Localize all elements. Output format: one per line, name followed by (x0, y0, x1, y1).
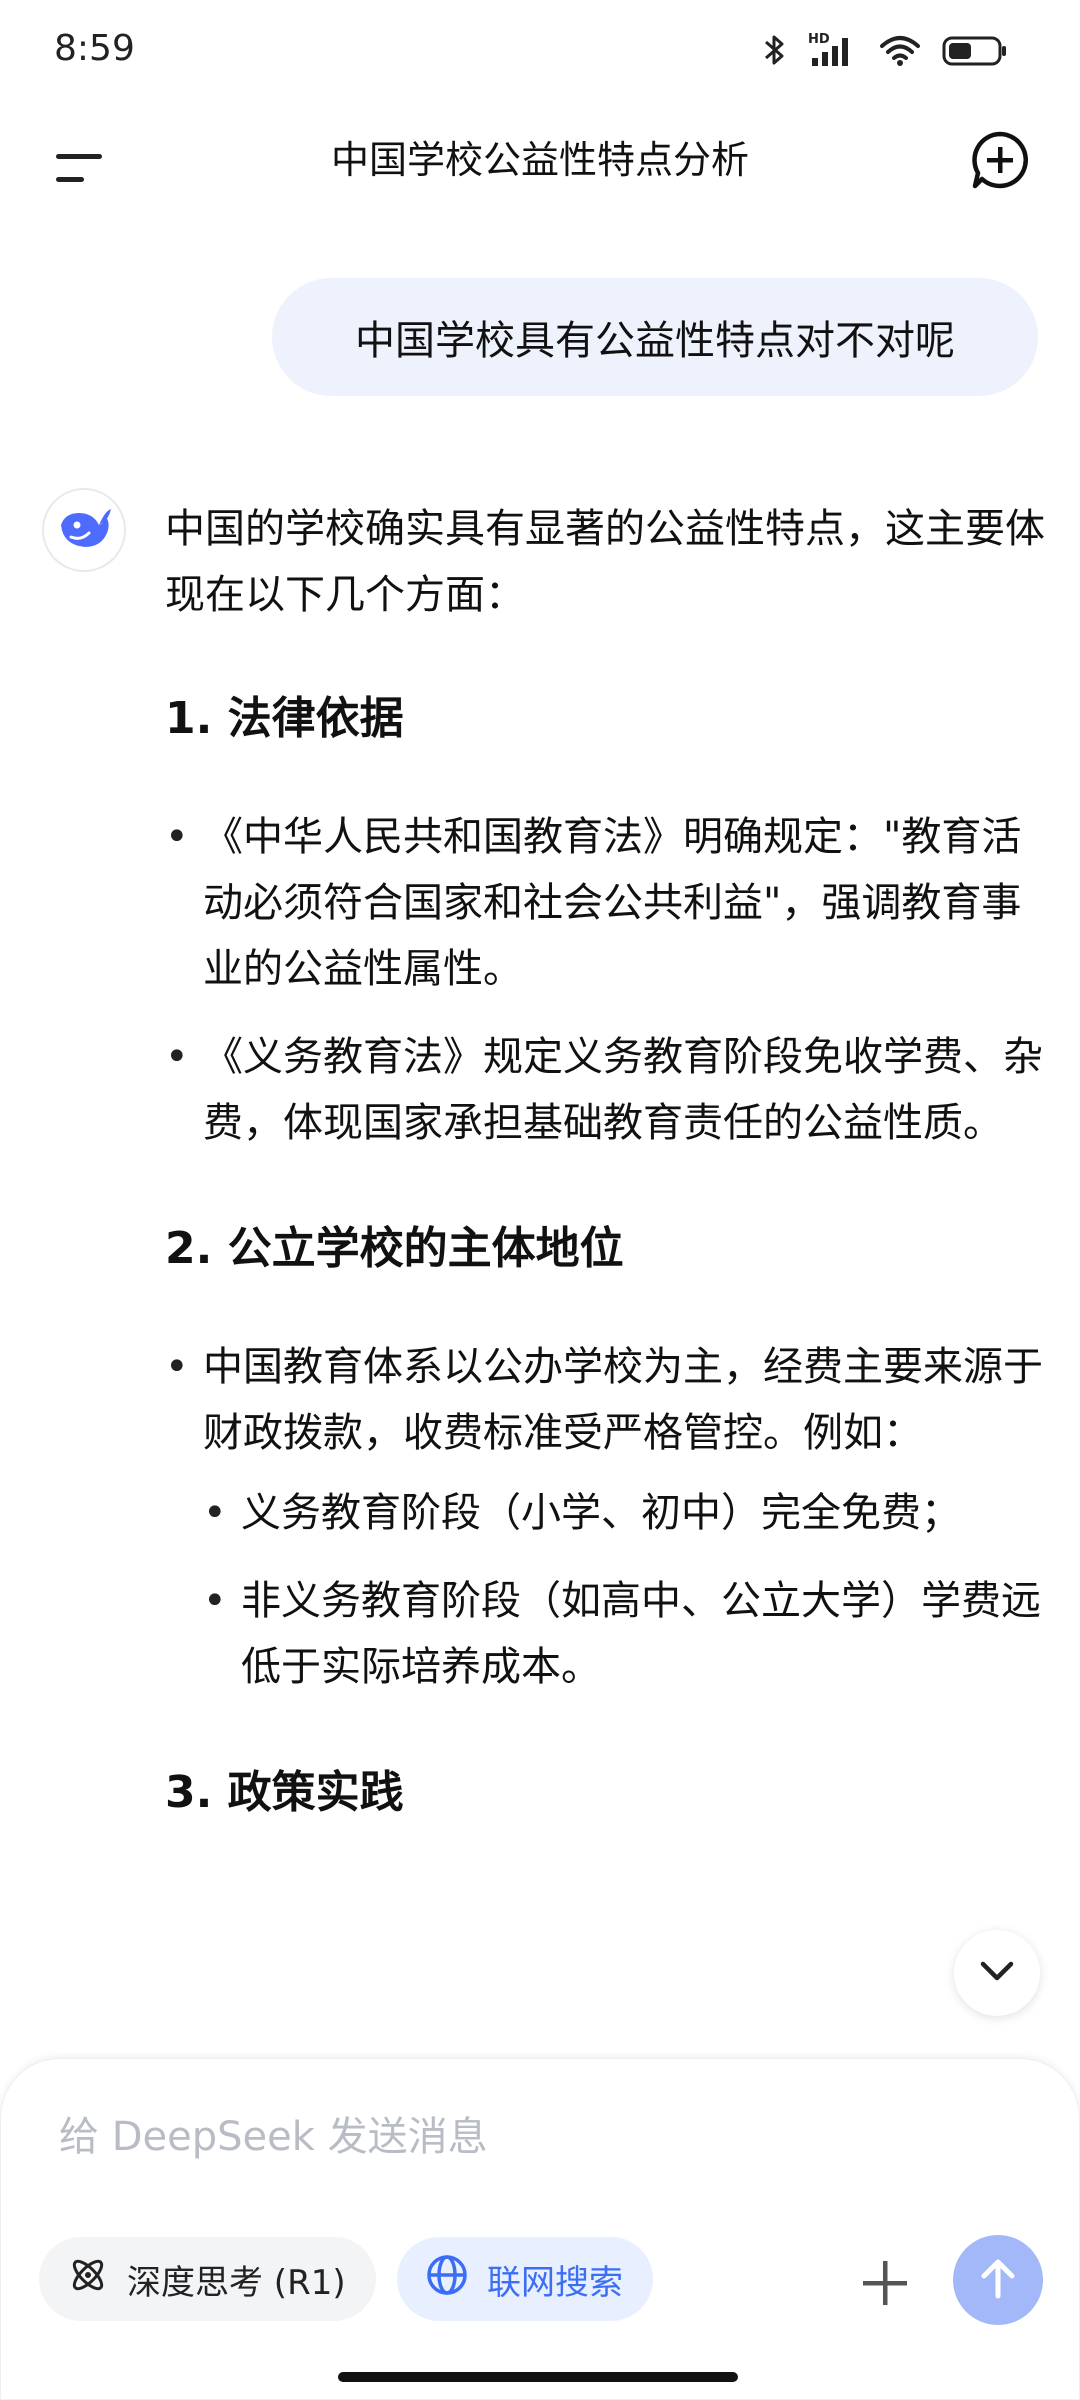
message-input[interactable] (57, 2107, 957, 2167)
atom-icon (67, 2254, 109, 2305)
menu-button[interactable] (40, 130, 120, 210)
answer-intro: 中国的学校确实具有显著的公益性特点，这主要体现在以下几个方面： (165, 506, 1045, 618)
page-title: 中国学校公益性特点分析 (330, 138, 749, 182)
status-time: 8:59 (54, 28, 135, 69)
status-icons: HD (762, 32, 1008, 68)
user-message-bubble: 中国学校具有公益性特点对不对呢 (272, 278, 1038, 396)
web-search-label: 联网搜索 (487, 2262, 623, 2303)
deepseek-whale-icon (55, 503, 113, 557)
sub-bullet-list: 义务教育阶段（小学、初中）完全免费； 非义务教育阶段（如高中、公立大学）学费远低… (203, 1480, 1045, 1700)
section-heading: 1. 法律依据 (165, 693, 404, 744)
attach-button[interactable] (849, 2249, 921, 2321)
list-item: 《义务教育法》规定义务教育阶段免收学费、杂费，体现国家承担基础教育责任的公益性质… (165, 1024, 1045, 1156)
list-item: 《中华人民共和国教育法》明确规定："教育活动必须符合国家和社会公共利益"，强调教… (165, 804, 1045, 1002)
deep-think-toggle[interactable]: 深度思考 (R1) (39, 2237, 376, 2321)
assistant-avatar (42, 488, 126, 572)
plus-icon (859, 2257, 911, 2313)
web-search-toggle[interactable]: 联网搜索 (397, 2237, 653, 2321)
send-button[interactable] (953, 2235, 1043, 2325)
new-chat-button[interactable] (960, 122, 1040, 202)
bluetooth-icon (762, 32, 788, 68)
scroll-to-bottom-button[interactable] (954, 1930, 1040, 2016)
list-item: 中国教育体系以公办学校为主，经费主要来源于财政拨款，收费标准受严格管控。例如： … (165, 1334, 1045, 1700)
list-item: 非义务教育阶段（如高中、公立大学）学费远低于实际培养成本。 (203, 1568, 1045, 1700)
battery-icon (942, 32, 1008, 68)
top-bar: 中国学校公益性特点分析 (0, 110, 1080, 260)
status-bar: 8:59 HD (0, 0, 1080, 110)
chevron-down-icon (977, 1958, 1017, 1988)
section-heading: 2. 公立学校的主体地位 (165, 1223, 624, 1274)
hd-signal-icon: HD (808, 32, 858, 68)
list-item-text: 中国教育体系以公办学校为主，经费主要来源于财政拨款，收费标准受严格管控。例如： (203, 1344, 1043, 1456)
menu-icon (54, 148, 106, 192)
home-indicator[interactable] (338, 2372, 738, 2382)
globe-icon (425, 2253, 469, 2306)
bullet-list: 《中华人民共和国教育法》明确规定："教育活动必须符合国家和社会公共利益"，强调教… (165, 804, 1045, 1156)
message-composer: 深度思考 (R1) 联网搜索 (0, 2058, 1080, 2400)
new-chat-icon (969, 129, 1031, 195)
deep-think-label: 深度思考 (R1) (127, 2262, 346, 2303)
list-item: 义务教育阶段（小学、初中）完全免费； (203, 1480, 1045, 1546)
section-heading: 3. 政策实践 (165, 1767, 404, 1818)
bullet-list: 中国教育体系以公办学校为主，经费主要来源于财政拨款，收费标准受严格管控。例如： … (165, 1334, 1045, 1700)
wifi-icon (878, 32, 922, 68)
arrow-up-icon (978, 2256, 1018, 2304)
assistant-answer: 中国的学校确实具有显著的公益性特点，这主要体现在以下几个方面： 1. 法律依据 … (165, 496, 1045, 1878)
